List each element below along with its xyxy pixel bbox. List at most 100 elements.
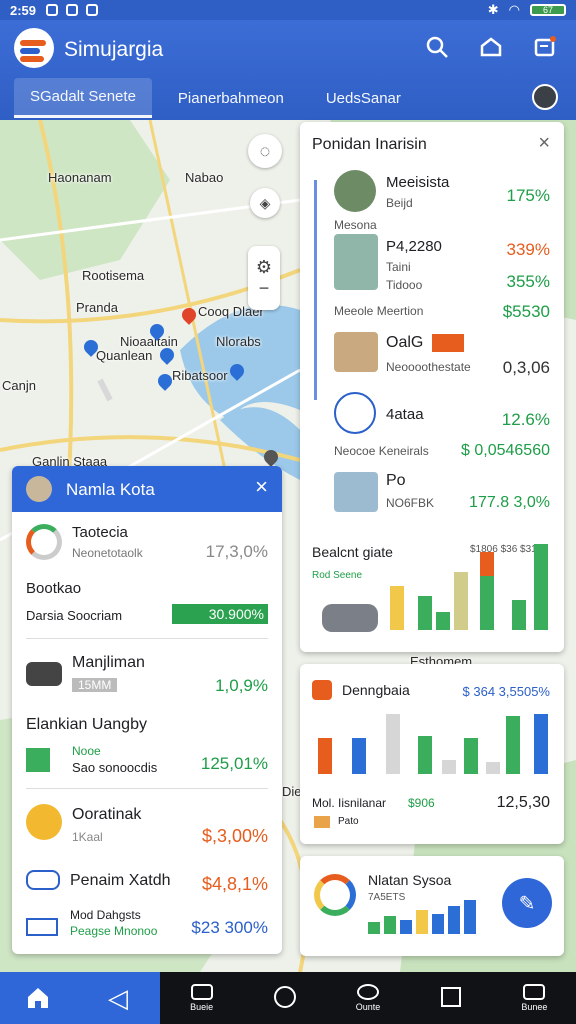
timeline-bar: [314, 180, 317, 400]
progress-value: 30.900%: [172, 604, 268, 624]
nav-label: Bueie: [190, 1002, 214, 1012]
dollar-icon: [273, 986, 296, 1008]
back-icon[interactable]: ◁: [76, 972, 160, 1024]
status-right: ✱ ◠ 67: [488, 2, 566, 18]
item-sub: 1Kaal: [72, 830, 103, 844]
item-name: Bootkao: [26, 580, 82, 597]
item-sub: Darsia Soocriam: [26, 608, 123, 623]
tab-users[interactable]: UedsSanar: [310, 78, 417, 118]
item-name: Neocoe Keneirals: [334, 444, 429, 458]
item-value: 0,3,06: [502, 358, 550, 377]
nav-item[interactable]: [410, 972, 493, 1024]
item-sub: Peagse Mnonoo: [70, 924, 158, 938]
chart-title: Bealcnt giate: [312, 544, 393, 560]
item-value: $,3,00%: [201, 826, 268, 846]
divider: [26, 638, 268, 639]
map-icon: [26, 748, 50, 772]
tab-overview[interactable]: SGadalt Senete: [14, 78, 152, 118]
item-value: $5530: [502, 302, 550, 321]
building-thumbnail: [334, 234, 378, 290]
map-label: Quanlean: [96, 348, 153, 363]
tab-planning[interactable]: Pianerbahmeon: [162, 78, 300, 118]
map-label: Nabao: [185, 170, 224, 185]
nav-item[interactable]: Bunee: [493, 972, 576, 1024]
stats-footer-sub: Pato: [338, 816, 359, 827]
compass-icon[interactable]: ◈: [250, 188, 280, 218]
item-sub: Taini: [386, 260, 411, 274]
card-icon: [190, 984, 213, 1000]
nav-item[interactable]: Ounte: [326, 972, 409, 1024]
layers-icon[interactable]: ⚙: [256, 257, 272, 278]
fab-chart-icon[interactable]: ✎: [502, 878, 552, 928]
avatar: [334, 170, 376, 212]
home-icon[interactable]: [0, 972, 76, 1024]
zoom-out-icon[interactable]: −: [259, 278, 270, 299]
building-thumbnail: [334, 472, 378, 512]
home-alt-icon[interactable]: [478, 34, 504, 60]
map-label: Haonanam: [48, 170, 112, 185]
item-value: 1,0,9%: [215, 676, 268, 695]
menu-icon: [523, 984, 546, 1000]
car-image: [322, 604, 378, 632]
settings-status-icon: [86, 4, 99, 16]
bottom-nav: ◁ Bueie Ounte Bunee: [0, 972, 576, 1024]
item-value: 175%: [506, 186, 550, 205]
notification-icon[interactable]: [532, 34, 558, 60]
status-time: 2:59: [10, 2, 37, 18]
stats-icon: [312, 680, 332, 700]
item-name: Nooe: [72, 744, 101, 758]
stats-value: $ 364 3,5505%: [462, 684, 550, 699]
locate-icon[interactable]: ◌: [248, 134, 282, 168]
item-name: Elankian Uangby: [26, 716, 147, 733]
right-panel: Ponidan Inarisin × Meeisista Beijd 175% …: [300, 122, 564, 652]
item-name: Mesona: [334, 218, 377, 232]
item-name: Taotecia: [72, 524, 128, 541]
stats-footer-total: 12,5,30: [496, 794, 550, 811]
close-icon[interactable]: ×: [538, 132, 550, 155]
square-icon: [441, 987, 462, 1007]
item-name: Mod Dahgsts: [70, 908, 141, 922]
nav-label: Ounte: [355, 1002, 381, 1012]
item-value: 17,3,0%: [205, 542, 268, 561]
profile-avatar[interactable]: [532, 84, 558, 110]
map-label: Rootisema: [82, 268, 145, 283]
nav-item[interactable]: [243, 972, 326, 1024]
pie-icon: [26, 524, 62, 560]
stats-card: Denngbaia $ 364 3,5505% Mol. Iisnilanar …: [300, 664, 564, 844]
transit-icon: [26, 870, 60, 890]
item-sub: 15MM: [72, 678, 118, 692]
item-sub: Neoooothestate: [386, 360, 471, 374]
donut-icon: [314, 874, 356, 916]
tool-icon: [334, 392, 376, 434]
map-label: Ribatsoor: [172, 368, 228, 383]
close-icon[interactable]: ×: [255, 474, 268, 500]
building-thumbnail: [334, 332, 378, 372]
tag-icon: [314, 816, 330, 828]
car-icon: [26, 662, 62, 686]
search-icon[interactable]: [424, 34, 450, 60]
location-icon: [26, 804, 62, 840]
item-name: OalG: [386, 334, 424, 351]
item-value: $23 300%: [191, 918, 268, 937]
zoom-controls: ⚙ −: [248, 246, 280, 310]
chat-icon: [357, 984, 379, 1000]
app-logo: [14, 28, 54, 68]
right-panel-title: Ponidan Inarisin: [312, 136, 427, 153]
map-label: Pranda: [76, 300, 118, 315]
left-panel-title: Namla Kota: [66, 480, 155, 499]
app-title: Simujargia: [64, 38, 164, 61]
item-value: 125,01%: [200, 754, 268, 773]
message-status-icon: [66, 4, 79, 16]
stats-footer-value: $906: [408, 796, 435, 810]
item-name: Meeole Meertion: [334, 304, 424, 318]
top-actions: [424, 34, 558, 60]
badge: [432, 334, 464, 352]
item-value: 355%: [506, 272, 550, 291]
left-panel-header: Namla Kota ×: [12, 466, 282, 512]
battery-level: 67: [542, 5, 553, 15]
item-sub: Sao sonoocdis: [72, 760, 158, 775]
nav-item[interactable]: Bueie: [160, 972, 243, 1024]
item-name: Manjliman: [72, 654, 145, 671]
bus-icon: [26, 918, 58, 936]
stats-title: Denngbaia: [342, 682, 410, 698]
